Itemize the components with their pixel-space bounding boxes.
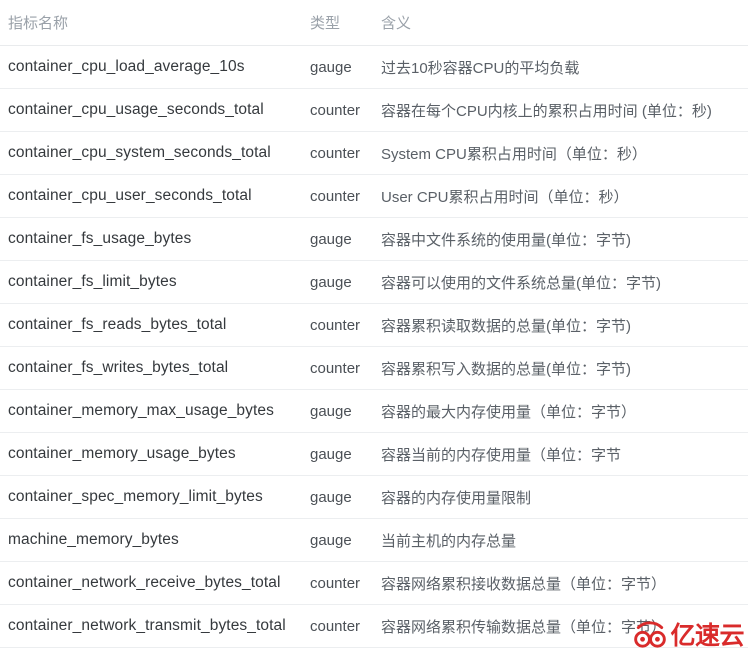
cell-metric-type: gauge	[310, 217, 381, 261]
cell-metric-desc: 容器在每个CPU内核上的累积占用时间 (单位：秒)	[381, 88, 748, 132]
table-row: machine_memory_bytes gauge 当前主机的内存总量	[0, 518, 748, 562]
cell-metric-type: gauge	[310, 475, 381, 519]
cell-metric-name: container_network_transmit_bytes_total	[0, 604, 310, 648]
cell-metric-type: counter	[310, 346, 381, 390]
cell-metric-desc: 容器累积读取数据的总量(单位：字节)	[381, 303, 748, 347]
cell-metric-name: container_spec_memory_limit_bytes	[0, 475, 310, 519]
cell-metric-name: container_memory_usage_bytes	[0, 432, 310, 476]
table-header-row: 指标名称 类型 含义	[0, 0, 748, 46]
cell-metric-name: container_cpu_load_average_10s	[0, 45, 310, 89]
cell-metric-desc: 容器网络累积接收数据总量（单位：字节）	[381, 561, 748, 605]
table-row: container_fs_limit_bytes gauge 容器可以使用的文件系统…	[0, 260, 748, 304]
cell-metric-type: gauge	[310, 389, 381, 433]
cell-metric-type: counter	[310, 604, 381, 648]
table-row: container_cpu_user_seconds_total counter U…	[0, 174, 748, 218]
cell-metric-name: container_cpu_usage_seconds_total	[0, 88, 310, 132]
cell-metric-type: gauge	[310, 260, 381, 304]
table-row: container_cpu_system_seconds_total counte…	[0, 131, 748, 175]
table-row: container_fs_writes_bytes_total counter 容器…	[0, 346, 748, 390]
cell-metric-type: counter	[310, 303, 381, 347]
cell-metric-desc: 过去10秒容器CPU的平均负载	[381, 45, 748, 89]
cell-metric-desc: 容器累积写入数据的总量(单位：字节)	[381, 346, 748, 390]
cell-metric-type: gauge	[310, 432, 381, 476]
table-row: container_cpu_usage_seconds_total counter…	[0, 88, 748, 132]
column-header-type: 类型	[310, 0, 381, 46]
table-row: container_network_receive_bytes_total cou…	[0, 561, 748, 605]
cell-metric-desc: 容器中文件系统的使用量(单位：字节)	[381, 217, 748, 261]
cell-metric-name: container_fs_limit_bytes	[0, 260, 310, 304]
cell-metric-name: container_network_receive_bytes_total	[0, 561, 310, 605]
table-row: container_spec_memory_limit_bytes gauge 容器…	[0, 475, 748, 519]
cell-metric-desc: System CPU累积占用时间（单位：秒）	[381, 131, 748, 175]
cell-metric-name: container_fs_usage_bytes	[0, 217, 310, 261]
cell-metric-type: counter	[310, 131, 381, 175]
cell-metric-desc: 当前主机的内存总量	[381, 518, 748, 562]
cell-metric-desc: 容器的内存使用量限制	[381, 475, 748, 519]
metrics-table: 指标名称 类型 含义 container_cpu_load_average_10…	[0, 0, 748, 648]
table-row: container_fs_usage_bytes gauge 容器中文件系统的使用量…	[0, 217, 748, 261]
cell-metric-name: container_fs_writes_bytes_total	[0, 346, 310, 390]
cell-metric-type: gauge	[310, 45, 381, 89]
cell-metric-type: counter	[310, 174, 381, 218]
table-row: container_fs_reads_bytes_total counter 容器累…	[0, 303, 748, 347]
table-body: container_cpu_load_average_10s gauge 过去10秒…	[0, 45, 748, 648]
table-row: container_network_transmit_bytes_total co…	[0, 604, 748, 648]
cell-metric-desc: 容器当前的内存使用量（单位：字节	[381, 432, 748, 476]
cell-metric-type: counter	[310, 561, 381, 605]
cell-metric-desc: 容器可以使用的文件系统总量(单位：字节)	[381, 260, 748, 304]
table-header: 指标名称 类型 含义	[0, 0, 748, 46]
metrics-table-page: 指标名称 类型 含义 container_cpu_load_average_10…	[0, 0, 748, 652]
cell-metric-name: container_fs_reads_bytes_total	[0, 303, 310, 347]
cell-metric-desc: 容器网络累积传输数据总量（单位：字节）	[381, 604, 748, 648]
cell-metric-desc: User CPU累积占用时间（单位：秒）	[381, 174, 748, 218]
cell-metric-name: container_cpu_system_seconds_total	[0, 131, 310, 175]
cell-metric-type: gauge	[310, 518, 381, 562]
cell-metric-type: counter	[310, 88, 381, 132]
cell-metric-name: container_cpu_user_seconds_total	[0, 174, 310, 218]
table-row: container_memory_usage_bytes gauge 容器当前的内存…	[0, 432, 748, 476]
cell-metric-desc: 容器的最大内存使用量（单位：字节）	[381, 389, 748, 433]
table-row: container_cpu_load_average_10s gauge 过去10秒…	[0, 45, 748, 89]
column-header-name: 指标名称	[0, 0, 310, 46]
cell-metric-name: container_memory_max_usage_bytes	[0, 389, 310, 433]
cell-metric-name: machine_memory_bytes	[0, 518, 310, 562]
table-row: container_memory_max_usage_bytes gauge 容器的…	[0, 389, 748, 433]
column-header-desc: 含义	[381, 0, 748, 46]
